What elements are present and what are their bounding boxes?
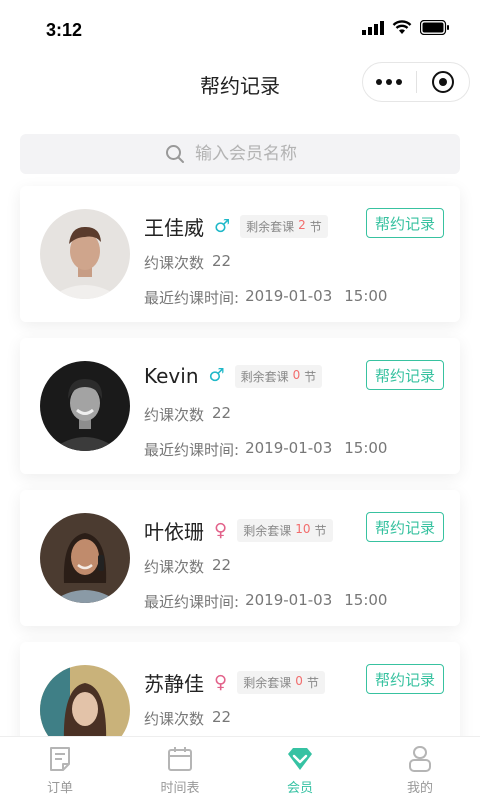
remaining-label: 剩余套课 [240,369,289,384]
last-booking-time: 15:00 [344,287,388,305]
last-booking-time: 15:00 [344,591,388,609]
search-input[interactable] [195,144,315,164]
tab-orders[interactable]: 订单 [0,737,120,800]
booking-count: 约课次数 22 [144,404,231,425]
booking-count-label: 约课次数 [144,254,205,272]
wifi-icon [392,20,412,34]
remaining-count: 2 [298,218,306,232]
last-booking-date: 2019-01-03 [245,591,333,609]
booking-count: 约课次数 22 [144,252,231,273]
member-name: 王佳威 [144,216,204,240]
remaining-count: 10 [295,522,311,536]
avatar [40,513,130,603]
member-card[interactable]: 叶依珊 ♀ 剩余套课 10 节 约课次数 22 最近约课时间: 2019-01-… [20,490,460,626]
booking-count-value: 22 [212,404,232,422]
tab-profile[interactable]: 我的 [360,737,480,800]
booking-count-value: 22 [212,708,232,726]
avatar [40,361,130,451]
booking-count-label: 约课次数 [144,558,205,576]
booking-record-button[interactable]: 帮约记录 [366,360,444,390]
last-booking: 最近约课时间: 2019-01-03 15:00 [144,591,387,612]
close-icon [431,71,454,93]
tab-label: 我的 [406,781,433,796]
booking-record-button[interactable]: 帮约记录 [366,512,444,542]
member-name: Kevin [144,364,199,388]
remaining-unit: 节 [306,676,319,690]
last-booking-label: 最近约课时间: [144,441,240,459]
last-booking-date: 2019-01-03 [245,439,333,457]
member-name: 叶依珊 [144,520,204,544]
booking-count-label: 约课次数 [144,710,205,728]
signal-icon [362,20,384,35]
remaining-badge: 剩余套课 0 节 [234,364,323,388]
booking-record-button[interactable]: 帮约记录 [366,208,444,238]
tab-label: 订单 [46,781,73,796]
tab-schedule[interactable]: 时间表 [120,737,240,800]
order-icon [50,747,70,771]
member-list: 王佳威 ♂ 剩余套课 2 节 约课次数 22 最近约课时间: 2019-01-0… [0,186,480,794]
tab-label: 时间表 [160,781,200,796]
member-icon [288,748,312,770]
booking-count: 约课次数 22 [144,708,231,729]
remaining-label: 剩余套课 [246,220,295,234]
remaining-count: 0 [292,367,301,382]
status-bar: 3:12 [0,0,480,58]
remaining-count: 0 [295,674,303,688]
search-icon [166,145,184,163]
remaining-unit: 节 [304,369,317,384]
last-booking: 最近约课时间: 2019-01-03 15:00 [144,287,387,308]
last-booking-time: 15:00 [344,439,388,457]
calendar-icon [168,747,192,771]
booking-count-value: 22 [212,556,232,574]
booking-count-label: 约课次数 [144,406,205,424]
booking-count-value: 22 [212,252,232,270]
remaining-badge: 剩余套课 10 节 [237,519,333,542]
remaining-badge: 剩余套课 0 节 [237,671,325,694]
remaining-label: 剩余套课 [243,676,292,690]
female-icon: ♀ [214,519,228,541]
last-booking: 最近约课时间: 2019-01-03 15:00 [144,439,387,460]
remaining-badge: 剩余套课 2 节 [240,215,328,238]
male-icon: ♂ [208,365,225,386]
remaining-label: 剩余套课 [243,524,292,538]
remaining-unit: 节 [314,524,327,538]
profile-icon [409,746,431,772]
booking-record-button[interactable]: 帮约记录 [366,664,444,694]
tab-bar: 订单 时间表 会员 我的 [0,736,480,800]
tab-label: 会员 [286,781,313,796]
mini-program-capsule [362,62,470,102]
navigation-bar: 帮约记录 [0,58,480,108]
more-button[interactable] [363,63,416,101]
member-name: 苏静佳 [144,672,204,696]
close-button[interactable] [417,63,470,101]
tab-members[interactable]: 会员 [240,737,360,800]
booking-count: 约课次数 22 [144,556,231,577]
more-icon [376,79,403,85]
last-booking-date: 2019-01-03 [245,287,333,305]
female-icon: ♀ [214,671,228,693]
last-booking-label: 最近约课时间: [144,289,240,307]
status-time: 3:12 [46,20,83,40]
member-card[interactable]: Kevin ♂ 剩余套课 0 节 约课次数 22 最近约课时间: 2019-01… [20,338,460,474]
search-bar[interactable] [20,134,460,174]
remaining-unit: 节 [309,220,322,234]
avatar [40,209,130,299]
battery-icon [420,20,449,35]
last-booking-label: 最近约课时间: [144,593,240,611]
status-icons [362,20,450,35]
member-card[interactable]: 王佳威 ♂ 剩余套课 2 节 约课次数 22 最近约课时间: 2019-01-0… [20,186,460,322]
male-icon: ♂ [214,215,231,237]
